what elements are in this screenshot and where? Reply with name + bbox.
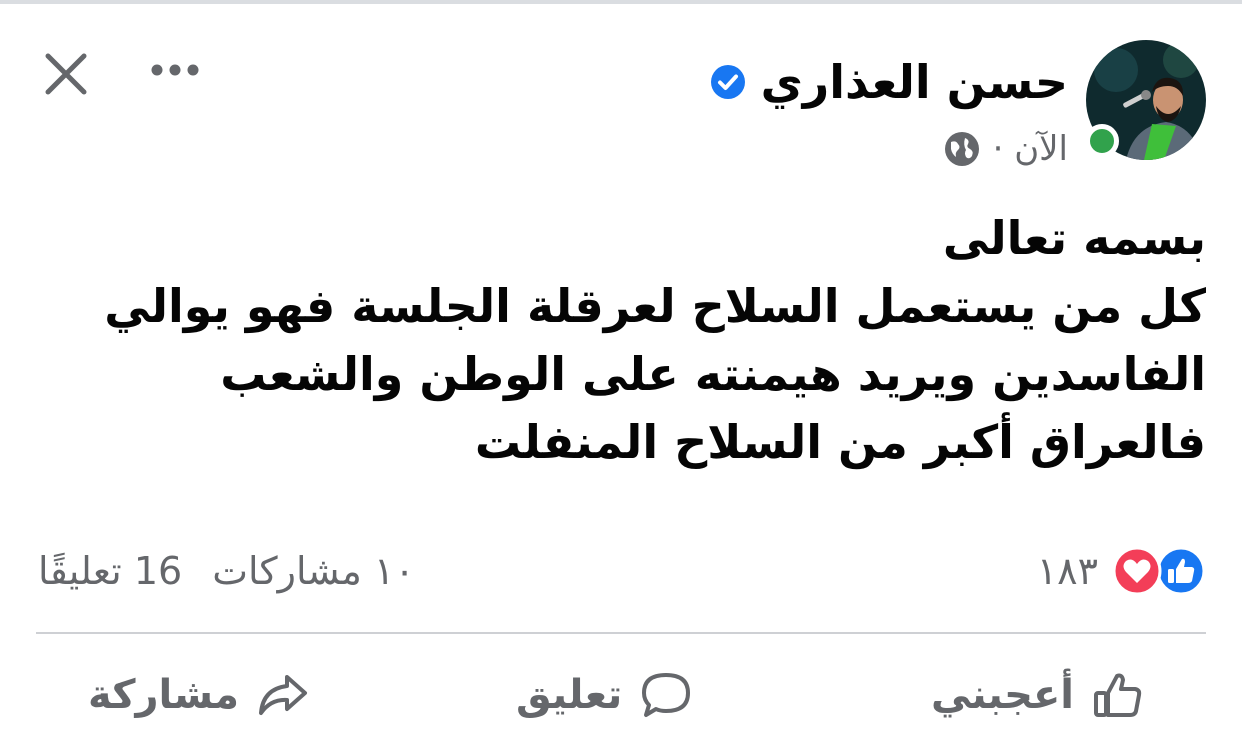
author-name[interactable]: حسن العذاري bbox=[761, 55, 1068, 109]
share-button[interactable]: مشاركة bbox=[88, 660, 311, 730]
comment-label: تعليق bbox=[516, 672, 623, 718]
more-options-button[interactable] bbox=[140, 50, 210, 90]
close-icon bbox=[45, 53, 87, 95]
online-status-indicator bbox=[1085, 124, 1119, 158]
verified-badge-icon bbox=[709, 63, 747, 101]
post-view: حسن العذاري الآن · بسمه تعالى كل من يستع… bbox=[0, 0, 1242, 733]
share-label: مشاركة bbox=[88, 672, 240, 718]
post-meta: الآن · bbox=[943, 124, 1068, 174]
thumbs-up-icon bbox=[1094, 673, 1142, 717]
top-border bbox=[0, 0, 1242, 4]
post-line: كل من يستعمل السلاح لعرقلة الجلسة فهو يو… bbox=[104, 279, 1206, 333]
close-button[interactable] bbox=[38, 46, 94, 102]
like-button[interactable]: أعجبني bbox=[931, 660, 1146, 730]
more-icon bbox=[151, 64, 199, 76]
author-row: حسن العذاري bbox=[709, 50, 1068, 114]
comment-button[interactable]: تعليق bbox=[516, 660, 694, 730]
post-timestamp[interactable]: الآن · bbox=[993, 129, 1068, 169]
reactions-summary[interactable]: ١٨٣ bbox=[1037, 544, 1206, 598]
like-label: أعجبني bbox=[931, 672, 1074, 718]
share-arrow-icon bbox=[259, 675, 308, 715]
reactions-count: ١٨٣ bbox=[1036, 549, 1098, 593]
love-reaction-icon bbox=[1112, 546, 1162, 596]
shares-count[interactable]: ١٠ مشاركات bbox=[212, 549, 415, 593]
engagement-stats: ١٠ مشاركات 16 تعليقًا bbox=[38, 544, 415, 598]
post-line: الفاسدين ويريد هيمنته على الوطن والشعب bbox=[220, 347, 1206, 401]
like-reaction-icon bbox=[1156, 546, 1206, 596]
reaction-icons bbox=[1112, 546, 1206, 596]
comments-count[interactable]: 16 تعليقًا bbox=[38, 549, 182, 593]
post-line: فالعراق أكبر من السلاح المنفلت bbox=[474, 415, 1206, 469]
globe-icon bbox=[943, 130, 981, 168]
post-text: بسمه تعالى كل من يستعمل السلاح لعرقلة ال… bbox=[36, 204, 1206, 476]
comment-bubble-icon bbox=[642, 673, 691, 717]
post-line: بسمه تعالى bbox=[942, 211, 1206, 265]
divider bbox=[36, 632, 1206, 634]
